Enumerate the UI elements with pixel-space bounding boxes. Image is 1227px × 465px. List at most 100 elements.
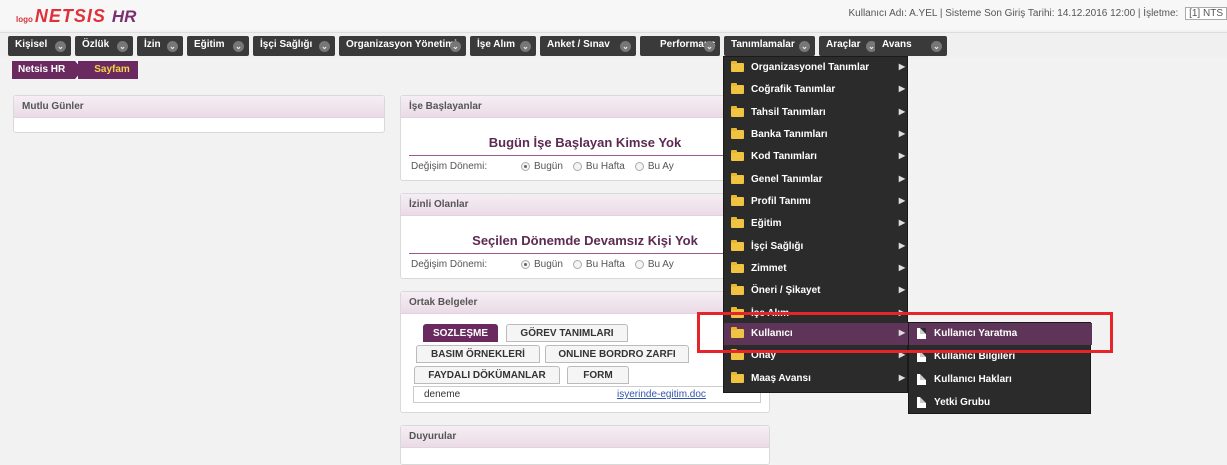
session-info: Kullanıcı Adı: A.YEL | Sisteme Son Giriş… (848, 7, 1227, 20)
chevron-down-icon: ⌄ (620, 41, 631, 52)
firm-selector[interactable]: [1] NTS (1185, 7, 1227, 20)
chevron-right-icon: ▶ (898, 62, 905, 71)
document-icon (917, 397, 926, 408)
sub-label: Kullanıcı Yaratma (934, 328, 1018, 339)
radio-this-week[interactable] (572, 162, 582, 171)
panel-title: Ortak Belgeler (401, 292, 769, 314)
dd-label: Öneri / Şikayet (751, 285, 821, 296)
radio-today-label: Bugün (534, 161, 563, 172)
chevron-right-icon: ▶ (898, 84, 905, 93)
dd-item-ise-alim[interactable]: İşe Alım ▶ (724, 303, 909, 325)
chevron-right-icon: ▶ (898, 196, 905, 205)
dd-item-zimmet[interactable]: Zimmet ▶ (724, 258, 909, 280)
menu-kisisel[interactable]: Kişisel ⌄ (8, 36, 71, 56)
dd-label: Maaş Avansı (751, 373, 811, 384)
tanimlamalar-dropdown: Organizasyonel Tanımlar ▶ Coğrafik Tanıml… (723, 56, 909, 393)
dd-item-maas-avansi[interactable]: Maaş Avansı ▶ (724, 368, 909, 390)
document-icon (917, 328, 926, 339)
sub-label: Kullanıcı Hakları (934, 374, 1012, 385)
document-link[interactable]: isyerinde-egitim.doc (617, 389, 706, 400)
dd-item-banka[interactable]: Banka Tanımları ▶ (724, 124, 909, 146)
folder-icon (731, 173, 744, 184)
panel-title: Mutlu Günler (14, 96, 384, 118)
document-name: deneme (424, 389, 461, 400)
tab-online-bordro-zarfi[interactable]: ONLINE BORDRO ZARFI (545, 345, 689, 363)
folder-icon (731, 217, 744, 228)
menu-performans[interactable]: Performans ⌄ (640, 36, 720, 56)
radio-this-month[interactable] (634, 260, 644, 269)
sub-item-yetki-grubu[interactable]: Yetki Grubu (909, 392, 1092, 414)
dd-item-organizasyonel[interactable]: Organizasyonel Tanımlar ▶ (724, 57, 909, 79)
radio-this-month[interactable] (634, 162, 644, 171)
dd-item-oneri-sikayet[interactable]: Öneri / Şikayet ▶ (724, 280, 909, 302)
menu-label: Organizasyon Yönetimi (346, 39, 457, 50)
period-label: Değişim Dönemi: (411, 259, 488, 270)
menu-ozluk[interactable]: Özlük ⌄ (75, 36, 133, 56)
chevron-down-icon: ⌄ (450, 41, 461, 52)
radio-this-week[interactable] (572, 260, 582, 269)
chevron-down-icon: ⌄ (55, 41, 66, 52)
menu-label: Kişisel (15, 39, 48, 50)
chevron-down-icon: ⌄ (520, 41, 531, 52)
dd-label: Kod Tanımları (751, 151, 817, 162)
tab-form[interactable]: FORM (567, 366, 629, 384)
dd-item-isci-sagligi[interactable]: İşçi Sağlığı ▶ (724, 236, 909, 258)
dd-item-onay[interactable]: Onay ▶ (724, 345, 909, 367)
period-selector: Değişim Dönemi: Bugün Bu Hafta Bu Ay (401, 156, 769, 177)
panel-title: Duyurular (401, 426, 769, 448)
dd-label: Genel Tanımlar (751, 174, 823, 185)
tab-sozlesme[interactable]: SOZLEŞME (423, 324, 498, 342)
folder-icon (731, 262, 744, 273)
on-leave-message: Seçilen Dönemde Devamsız Kişi Yok (472, 233, 698, 248)
tab-gorev-tanimlari[interactable]: GÖREV TANIMLARI (506, 324, 628, 342)
radio-today[interactable] (521, 162, 530, 171)
sub-item-kullanici-bilgileri[interactable]: Kullanıcı Bilgileri (909, 346, 1092, 368)
menu-egitim[interactable]: Eğitim ⌄ (187, 36, 249, 56)
dd-item-kullanici[interactable]: Kullanıcı ▶ (724, 323, 909, 345)
menu-isci-sagligi[interactable]: İşçi Sağlığı ⌄ (253, 36, 335, 56)
menu-label: İşe Alım (477, 39, 515, 50)
breadcrumb-current: Sayfam (77, 61, 138, 79)
menu-araclar[interactable]: Araçlar ⌄ (819, 36, 882, 56)
radio-today[interactable] (521, 260, 530, 269)
radio-month-label: Bu Ay (647, 161, 674, 172)
dd-item-cografik[interactable]: Coğrafik Tanımlar ▶ (724, 79, 909, 101)
sub-item-kullanici-yaratma[interactable]: Kullanıcı Yaratma (909, 323, 1092, 345)
chevron-right-icon: ▶ (898, 350, 905, 359)
dd-item-genel[interactable]: Genel Tanımlar ▶ (724, 169, 909, 191)
chevron-right-icon: ▶ (898, 129, 905, 138)
tab-faydali-dokumanlar[interactable]: FAYDALI DÖKÜMANLAR (414, 366, 560, 384)
menu-tanimlamalar[interactable]: Tanımlamalar ⌄ (724, 36, 815, 56)
menu-organizasyon[interactable]: Organizasyon Yönetimi ⌄ (339, 36, 466, 56)
menu-label: Araçlar (826, 39, 861, 50)
menu-anket-sinav[interactable]: Anket / Sınav ⌄ (540, 36, 636, 56)
menu-label: İzin (144, 39, 161, 50)
chevron-down-icon: ⌄ (931, 41, 942, 52)
menu-ise-alim[interactable]: İşe Alım ⌄ (470, 36, 536, 56)
menu-label: Özlük (82, 39, 110, 50)
folder-icon (731, 195, 744, 206)
chevron-right-icon: ▶ (898, 285, 905, 294)
folder-icon (731, 284, 744, 295)
sub-item-kullanici-haklari[interactable]: Kullanıcı Hakları (909, 369, 1092, 391)
chevron-right-icon: ▶ (898, 308, 905, 317)
breadcrumb-root[interactable]: Netsis HR (12, 61, 84, 79)
folder-icon (731, 307, 744, 318)
chevron-down-icon: ⌄ (117, 41, 128, 52)
chevron-right-icon: ▶ (898, 218, 905, 227)
document-icon (917, 351, 926, 362)
dd-item-profil[interactable]: Profil Tanımı ▶ (724, 191, 909, 213)
dd-item-kod[interactable]: Kod Tanımları ▶ (724, 146, 909, 168)
chevron-right-icon: ▶ (898, 241, 905, 250)
breadcrumb: Netsis HR Sayfam (12, 61, 138, 79)
chevron-right-icon: ▶ (898, 107, 905, 116)
menu-label: Tanımlamalar (731, 39, 795, 50)
tab-basim-ornekleri[interactable]: BASIM ÖRNEKLERİ (416, 345, 540, 363)
menu-izin[interactable]: İzin ⌄ (137, 36, 183, 56)
menu-avans[interactable]: Avans ⌄ (875, 36, 947, 56)
panel-title: İzinli Olanlar (401, 194, 769, 216)
dd-item-egitim[interactable]: Eğitim ▶ (724, 213, 909, 235)
folder-icon (731, 372, 744, 383)
dd-label: Tahsil Tanımları (751, 107, 826, 118)
dd-item-tahsil[interactable]: Tahsil Tanımları ▶ (724, 102, 909, 124)
